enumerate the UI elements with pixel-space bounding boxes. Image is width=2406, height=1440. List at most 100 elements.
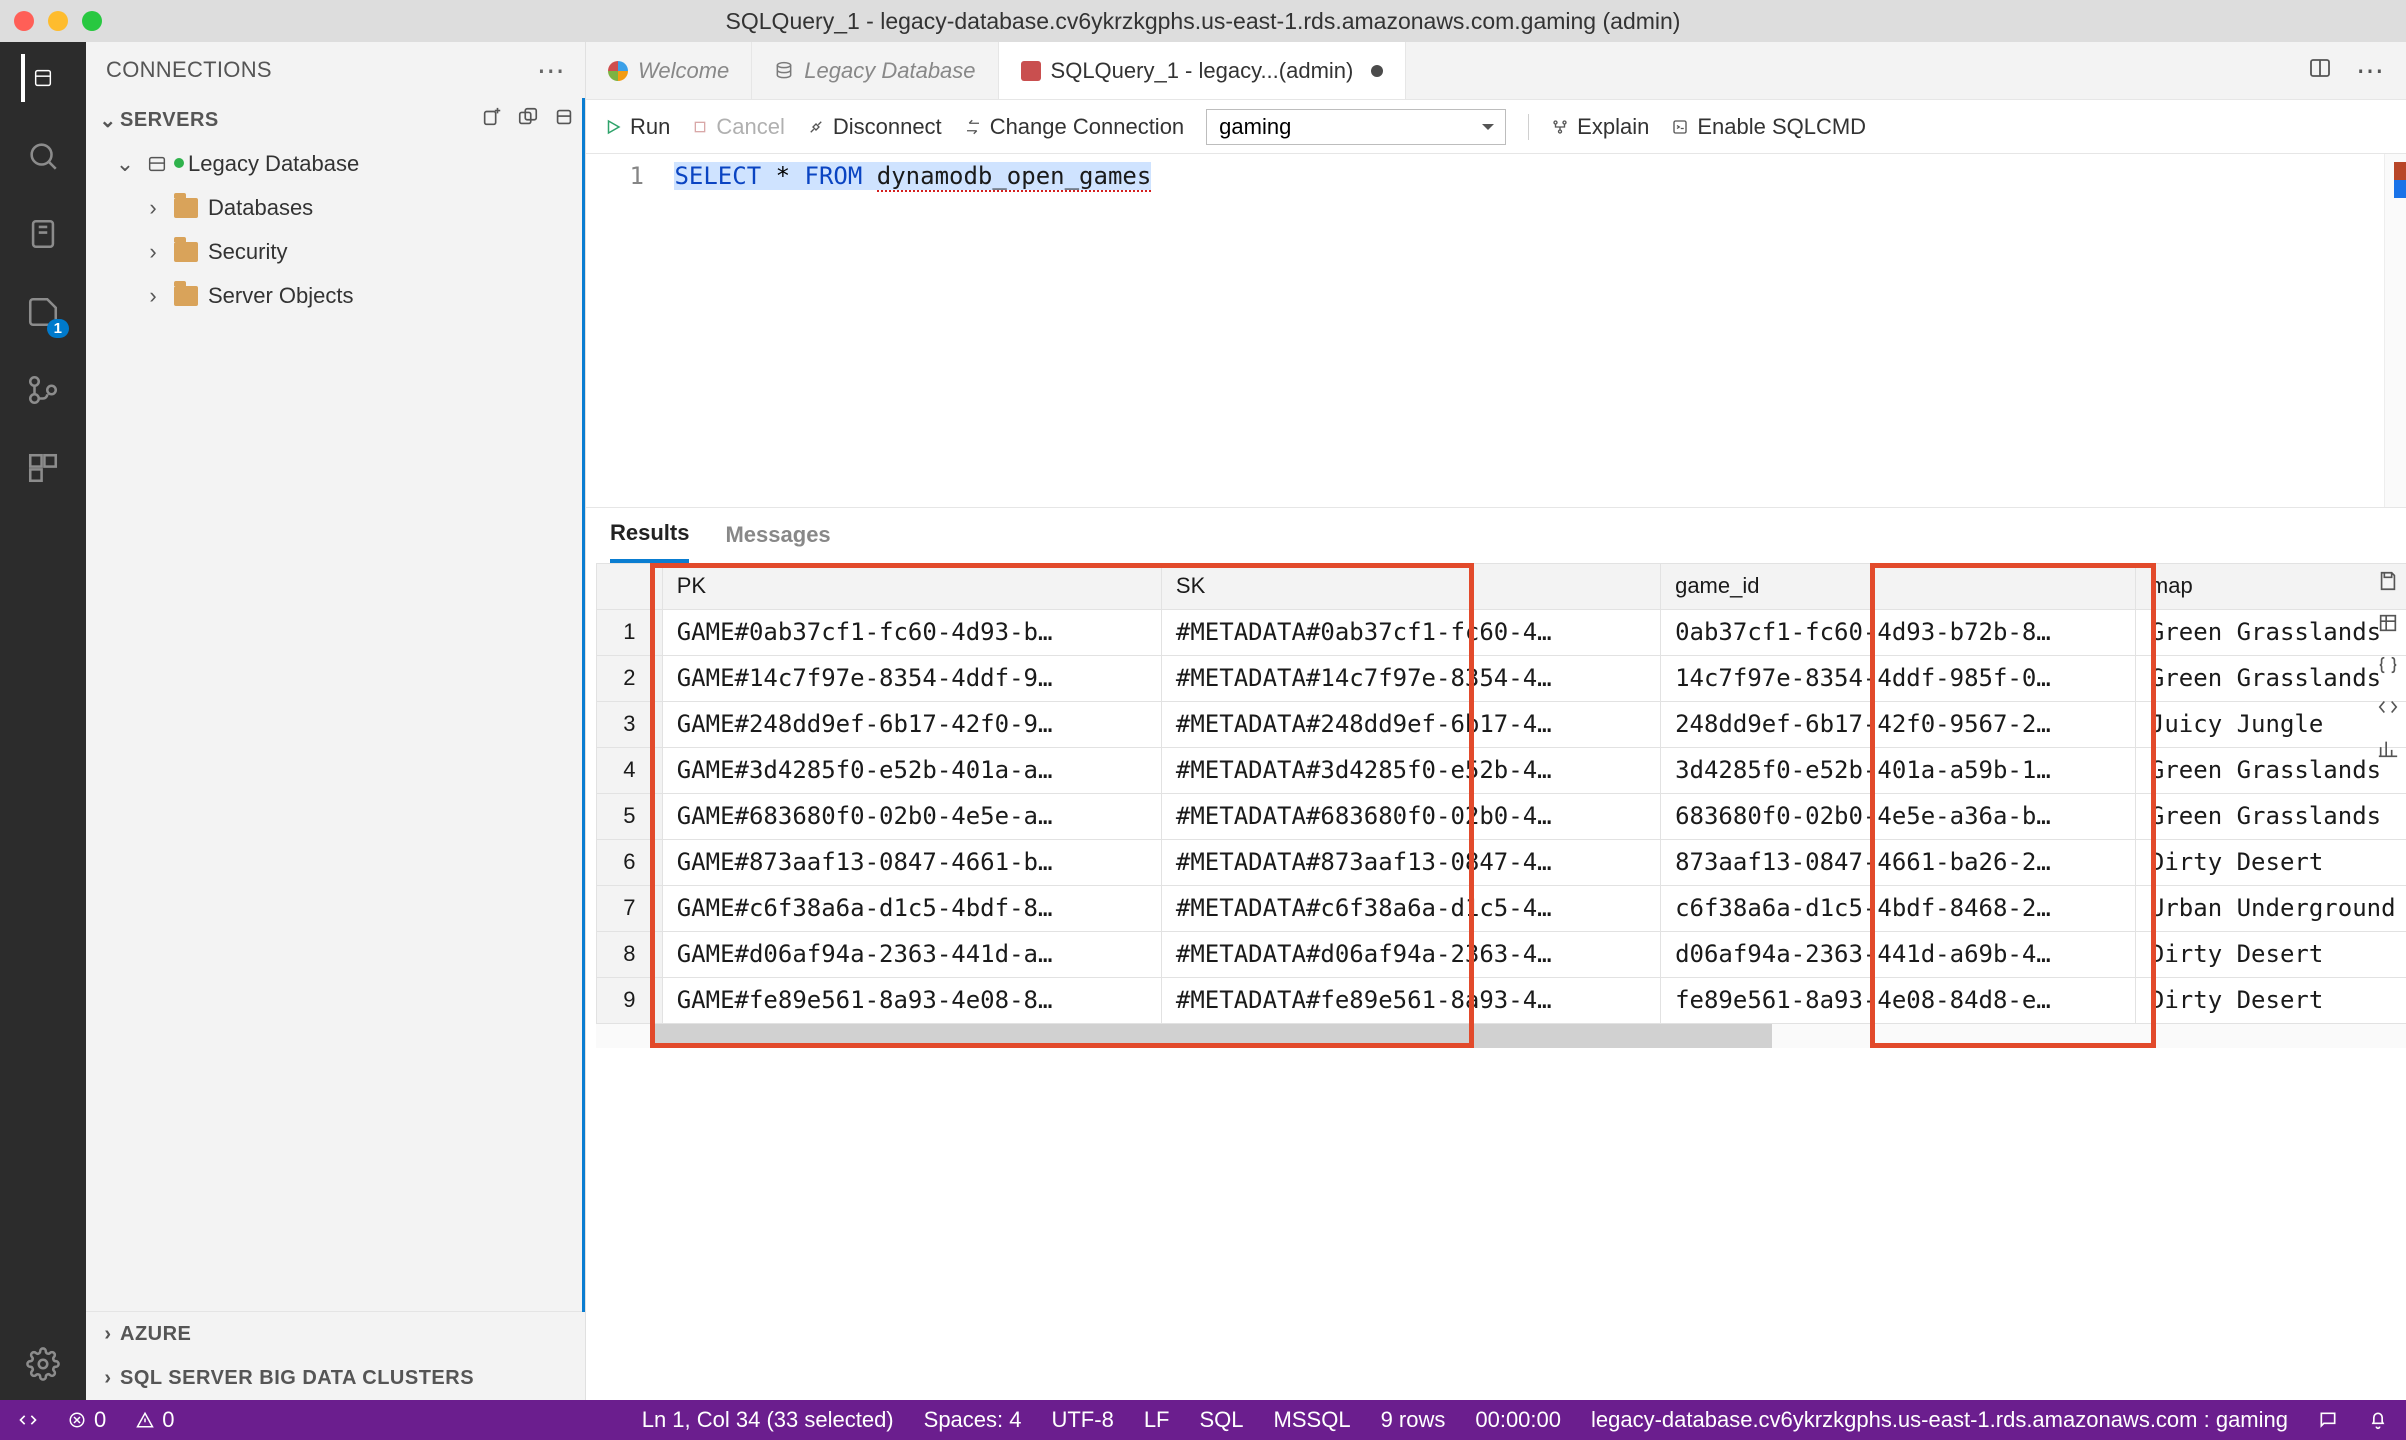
folder-server-objects[interactable]: › Server Objects — [92, 274, 585, 318]
cell-game-id[interactable]: 3d4285f0-e52b-401a-a59b-1… — [1661, 747, 2136, 793]
column-game-id[interactable]: game_id — [1661, 563, 2136, 609]
database-select[interactable]: gaming — [1206, 109, 1506, 145]
cell-sk[interactable]: #METADATA#fe89e561-8a93-4… — [1161, 977, 1660, 1023]
status-eol[interactable]: LF — [1144, 1407, 1170, 1433]
new-group-icon[interactable] — [517, 106, 539, 134]
tab-results[interactable]: Results — [610, 508, 689, 563]
collapse-icon[interactable] — [553, 106, 575, 134]
status-errors[interactable]: 0 — [68, 1407, 106, 1433]
split-editor-icon[interactable] — [2308, 56, 2332, 86]
table-row[interactable]: 7 GAME#c6f38a6a-d1c5-4bdf-8… #METADATA#c… — [597, 885, 2406, 931]
folder-security[interactable]: › Security — [92, 230, 585, 274]
cell-map[interactable]: Green Grasslands — [2135, 655, 2406, 701]
status-time[interactable]: 00:00:00 — [1475, 1407, 1561, 1433]
activity-settings-icon[interactable] — [21, 1342, 65, 1386]
cell-game-id[interactable]: 248dd9ef-6b17-42f0-9567-2… — [1661, 701, 2136, 747]
sidebar-more-icon[interactable]: ⋯ — [537, 54, 565, 87]
table-row[interactable]: 8 GAME#d06af94a-2363-441d-a… #METADATA#d… — [597, 931, 2406, 977]
cell-map[interactable]: Green Grasslands — [2135, 793, 2406, 839]
table-row[interactable]: 3 GAME#248dd9ef-6b17-42f0-9… #METADATA#2… — [597, 701, 2406, 747]
cell-pk[interactable]: GAME#c6f38a6a-d1c5-4bdf-8… — [662, 885, 1161, 931]
status-feedback-icon[interactable] — [2318, 1410, 2338, 1430]
cell-sk[interactable]: #METADATA#c6f38a6a-d1c5-4… — [1161, 885, 1660, 931]
cell-pk[interactable]: GAME#3d4285f0-e52b-401a-a… — [662, 747, 1161, 793]
cell-map[interactable]: Green Grasslands — [2135, 747, 2406, 793]
servers-section-header[interactable]: ⌄ SERVERS — [86, 98, 585, 142]
cell-game-id[interactable]: 873aaf13-0847-4661-ba26-2… — [1661, 839, 2136, 885]
cell-pk[interactable]: GAME#0ab37cf1-fc60-4d93-b… — [662, 609, 1161, 655]
cell-pk[interactable]: GAME#14c7f97e-8354-4ddf-9… — [662, 655, 1161, 701]
cell-game-id[interactable]: 14c7f97e-8354-4ddf-985f-0… — [1661, 655, 2136, 701]
server-node-legacy-database[interactable]: ⌄ Legacy Database — [92, 142, 585, 186]
cell-map[interactable]: Green Grasslands — [2135, 609, 2406, 655]
status-indent[interactable]: Spaces: 4 — [924, 1407, 1022, 1433]
window-zoom-dot[interactable] — [82, 11, 102, 31]
explain-button[interactable]: Explain — [1551, 114, 1649, 140]
cell-game-id[interactable]: 0ab37cf1-fc60-4d93-b72b-8… — [1661, 609, 2136, 655]
table-row[interactable]: 6 GAME#873aaf13-0847-4661-b… #METADATA#8… — [597, 839, 2406, 885]
status-cursor-position[interactable]: Ln 1, Col 34 (33 selected) — [642, 1407, 894, 1433]
tab-sqlquery[interactable]: SQLQuery_1 - legacy...(admin) — [999, 42, 1407, 99]
activity-explorer-icon[interactable] — [21, 290, 65, 334]
editor-more-icon[interactable]: ⋯ — [2356, 54, 2384, 87]
tab-welcome[interactable]: Welcome — [586, 42, 752, 99]
column-pk[interactable]: PK — [662, 563, 1161, 609]
row-number[interactable]: 7 — [597, 885, 663, 931]
save-xml-icon[interactable] — [2374, 693, 2402, 721]
row-number[interactable]: 8 — [597, 931, 663, 977]
cell-game-id[interactable]: d06af94a-2363-441d-a69b-4… — [1661, 931, 2136, 977]
horizontal-scrollbar[interactable] — [596, 1024, 2406, 1048]
row-number[interactable]: 6 — [597, 839, 663, 885]
save-json-icon[interactable] — [2374, 651, 2402, 679]
activity-search-icon[interactable] — [21, 134, 65, 178]
cell-sk[interactable]: #METADATA#0ab37cf1-fc60-4… — [1161, 609, 1660, 655]
status-provider[interactable]: MSSQL — [1274, 1407, 1351, 1433]
cell-map[interactable]: Urban Underground — [2135, 885, 2406, 931]
activity-connections-icon[interactable] — [21, 56, 65, 100]
change-connection-button[interactable]: Change Connection — [964, 114, 1184, 140]
table-row[interactable]: 5 GAME#683680f0-02b0-4e5e-a… #METADATA#6… — [597, 793, 2406, 839]
window-close-dot[interactable] — [14, 11, 34, 31]
cell-pk[interactable]: GAME#fe89e561-8a93-4e08-8… — [662, 977, 1161, 1023]
cell-sk[interactable]: #METADATA#3d4285f0-e52b-4… — [1161, 747, 1660, 793]
status-language[interactable]: SQL — [1200, 1407, 1244, 1433]
sqlcmd-button[interactable]: Enable SQLCMD — [1671, 114, 1866, 140]
cell-sk[interactable]: #METADATA#248dd9ef-6b17-4… — [1161, 701, 1660, 747]
new-connection-icon[interactable] — [481, 106, 503, 134]
folder-databases[interactable]: › Databases — [92, 186, 585, 230]
activity-extensions-icon[interactable] — [21, 446, 65, 490]
overview-ruler[interactable] — [2384, 154, 2406, 507]
cell-sk[interactable]: #METADATA#14c7f97e-8354-4… — [1161, 655, 1660, 701]
cell-sk[interactable]: #METADATA#683680f0-02b0-4… — [1161, 793, 1660, 839]
chart-icon[interactable] — [2374, 735, 2402, 763]
code-editor[interactable]: SELECT * FROM dynamodb_open_games — [660, 154, 2384, 507]
cell-pk[interactable]: GAME#873aaf13-0847-4661-b… — [662, 839, 1161, 885]
status-connection[interactable]: legacy-database.cv6ykrzkgphs.us-east-1.r… — [1591, 1407, 2288, 1433]
row-number[interactable]: 2 — [597, 655, 663, 701]
disconnect-button[interactable]: Disconnect — [807, 114, 942, 140]
row-number[interactable]: 3 — [597, 701, 663, 747]
activity-notebook-icon[interactable] — [21, 212, 65, 256]
cell-map[interactable]: Juicy Jungle — [2135, 701, 2406, 747]
cell-game-id[interactable]: fe89e561-8a93-4e08-84d8-e… — [1661, 977, 2136, 1023]
row-number[interactable]: 5 — [597, 793, 663, 839]
cell-sk[interactable]: #METADATA#873aaf13-0847-4… — [1161, 839, 1660, 885]
window-minimize-dot[interactable] — [48, 11, 68, 31]
column-sk[interactable]: SK — [1161, 563, 1660, 609]
table-row[interactable]: 1 GAME#0ab37cf1-fc60-4d93-b… #METADATA#0… — [597, 609, 2406, 655]
status-rows[interactable]: 9 rows — [1381, 1407, 1446, 1433]
table-row[interactable]: 4 GAME#3d4285f0-e52b-401a-a… #METADATA#3… — [597, 747, 2406, 793]
save-csv-icon[interactable] — [2374, 567, 2402, 595]
save-excel-icon[interactable] — [2374, 609, 2402, 637]
row-number[interactable]: 4 — [597, 747, 663, 793]
table-row[interactable]: 9 GAME#fe89e561-8a93-4e08-8… #METADATA#f… — [597, 977, 2406, 1023]
activity-source-control-icon[interactable] — [21, 368, 65, 412]
scrollbar-thumb[interactable] — [650, 1024, 1772, 1048]
cell-map[interactable]: Dirty Desert — [2135, 931, 2406, 977]
row-number[interactable]: 1 — [597, 609, 663, 655]
cell-pk[interactable]: GAME#d06af94a-2363-441d-a… — [662, 931, 1161, 977]
cell-map[interactable]: Dirty Desert — [2135, 839, 2406, 885]
column-map[interactable]: map — [2135, 563, 2406, 609]
run-button[interactable]: Run — [604, 114, 670, 140]
row-header-corner[interactable] — [597, 563, 663, 609]
